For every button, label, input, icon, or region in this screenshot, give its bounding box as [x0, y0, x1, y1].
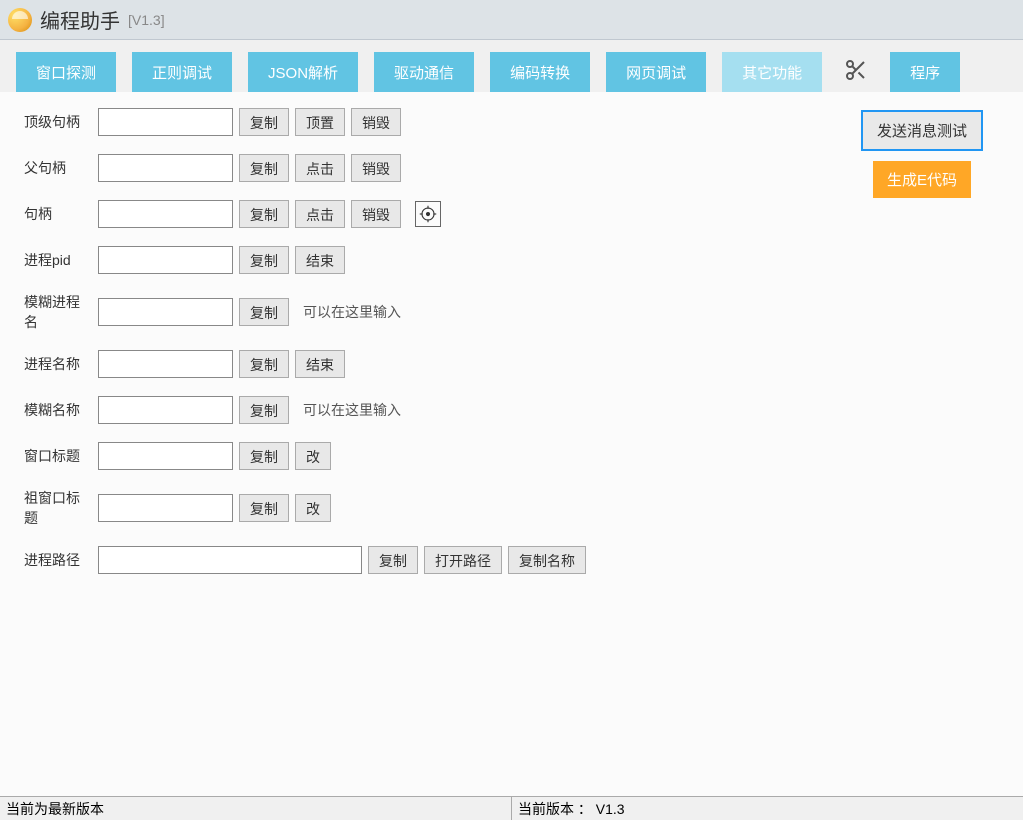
destroy-button[interactable]: 销毁: [351, 108, 401, 136]
row-top-handle: 顶级句柄 复制 顶置 销毁: [24, 108, 999, 136]
copy-button[interactable]: 复制: [239, 200, 289, 228]
tab-other-func[interactable]: 其它功能: [722, 52, 822, 92]
copy-button[interactable]: 复制: [239, 246, 289, 274]
app-version: [V1.3]: [128, 12, 165, 28]
change-button[interactable]: 改: [295, 442, 331, 470]
send-msg-test-button[interactable]: 发送消息测试: [861, 110, 983, 151]
end-button[interactable]: 结束: [295, 350, 345, 378]
input-pid[interactable]: [98, 246, 233, 274]
row-proc-name: 进程名称 复制 结束: [24, 350, 999, 378]
change-button[interactable]: 改: [295, 494, 331, 522]
input-handle[interactable]: [98, 200, 233, 228]
copy-button[interactable]: 复制: [239, 396, 289, 424]
input-top-handle[interactable]: [98, 108, 233, 136]
status-left: 当前为最新版本: [0, 797, 512, 820]
tab-web-debug[interactable]: 网页调试: [606, 52, 706, 92]
tab-driver-comm[interactable]: 驱动通信: [374, 52, 474, 92]
label-anc-title: 祖窗口标题: [24, 488, 92, 528]
label-proc-name: 进程名称: [24, 354, 92, 374]
hint-fuzzy-proc: 可以在这里输入: [303, 302, 401, 322]
label-proc-path: 进程路径: [24, 550, 92, 570]
copy-button[interactable]: 复制: [239, 442, 289, 470]
copy-name-button[interactable]: 复制名称: [508, 546, 586, 574]
status-bar: 当前为最新版本 当前版本 ： V1.3: [0, 796, 1023, 820]
input-proc-path[interactable]: [98, 546, 362, 574]
input-fuzzy-name[interactable]: [98, 396, 233, 424]
copy-button[interactable]: 复制: [368, 546, 418, 574]
click-button[interactable]: 点击: [295, 200, 345, 228]
destroy-button[interactable]: 销毁: [351, 154, 401, 182]
input-win-title[interactable]: [98, 442, 233, 470]
scissors-icon[interactable]: [838, 52, 874, 92]
tab-encode-convert[interactable]: 编码转换: [490, 52, 590, 92]
label-win-title: 窗口标题: [24, 446, 92, 466]
app-icon: [8, 8, 32, 32]
row-fuzzy-name: 模糊名称 复制 可以在这里输入: [24, 396, 999, 424]
label-handle: 句柄: [24, 204, 92, 224]
target-picker-icon[interactable]: [415, 201, 441, 227]
row-win-title: 窗口标题 复制 改: [24, 442, 999, 470]
open-path-button[interactable]: 打开路径: [424, 546, 502, 574]
hint-fuzzy-name: 可以在这里输入: [303, 400, 401, 420]
app-title: 编程助手: [40, 5, 120, 34]
tab-window-probe[interactable]: 窗口探测: [16, 52, 116, 92]
status-right: 当前版本 ： V1.3: [512, 797, 1023, 820]
gen-e-code-button[interactable]: 生成E代码: [873, 161, 971, 198]
input-fuzzy-proc[interactable]: [98, 298, 233, 326]
row-pid: 进程pid 复制 结束: [24, 246, 999, 274]
row-parent-handle: 父句柄 复制 点击 销毁: [24, 154, 999, 182]
input-parent-handle[interactable]: [98, 154, 233, 182]
copy-button[interactable]: 复制: [239, 154, 289, 182]
row-handle: 句柄 复制 点击 销毁: [24, 200, 999, 228]
tab-json-parse[interactable]: JSON解析: [248, 52, 358, 92]
input-anc-title[interactable]: [98, 494, 233, 522]
copy-button[interactable]: 复制: [239, 350, 289, 378]
tabs-bar: 窗口探测 正则调试 JSON解析 驱动通信 编码转换 网页调试 其它功能 程序: [0, 40, 1023, 92]
label-fuzzy-name: 模糊名称: [24, 400, 92, 420]
row-anc-title: 祖窗口标题 复制 改: [24, 488, 999, 528]
content-area: 顶级句柄 复制 顶置 销毁 父句柄 复制 点击 销毁 句柄 复制 点击 销毁: [0, 92, 1023, 798]
title-bar: 编程助手 [V1.3]: [0, 0, 1023, 40]
right-panel: 发送消息测试 生成E代码: [861, 110, 983, 198]
input-proc-name[interactable]: [98, 350, 233, 378]
label-top-handle: 顶级句柄: [24, 112, 92, 132]
tab-regex-debug[interactable]: 正则调试: [132, 52, 232, 92]
tab-program[interactable]: 程序: [890, 52, 960, 92]
copy-button[interactable]: 复制: [239, 298, 289, 326]
copy-button[interactable]: 复制: [239, 108, 289, 136]
end-button[interactable]: 结束: [295, 246, 345, 274]
label-pid: 进程pid: [24, 250, 92, 270]
label-fuzzy-proc: 模糊进程名: [24, 292, 92, 332]
row-proc-path: 进程路径 复制 打开路径 复制名称: [24, 546, 999, 574]
row-fuzzy-proc: 模糊进程名 复制 可以在这里输入: [24, 292, 999, 332]
copy-button[interactable]: 复制: [239, 494, 289, 522]
click-button[interactable]: 点击: [295, 154, 345, 182]
left-panel: 顶级句柄 复制 顶置 销毁 父句柄 复制 点击 销毁 句柄 复制 点击 销毁: [24, 108, 999, 574]
destroy-button[interactable]: 销毁: [351, 200, 401, 228]
label-parent-handle: 父句柄: [24, 158, 92, 178]
top-button[interactable]: 顶置: [295, 108, 345, 136]
